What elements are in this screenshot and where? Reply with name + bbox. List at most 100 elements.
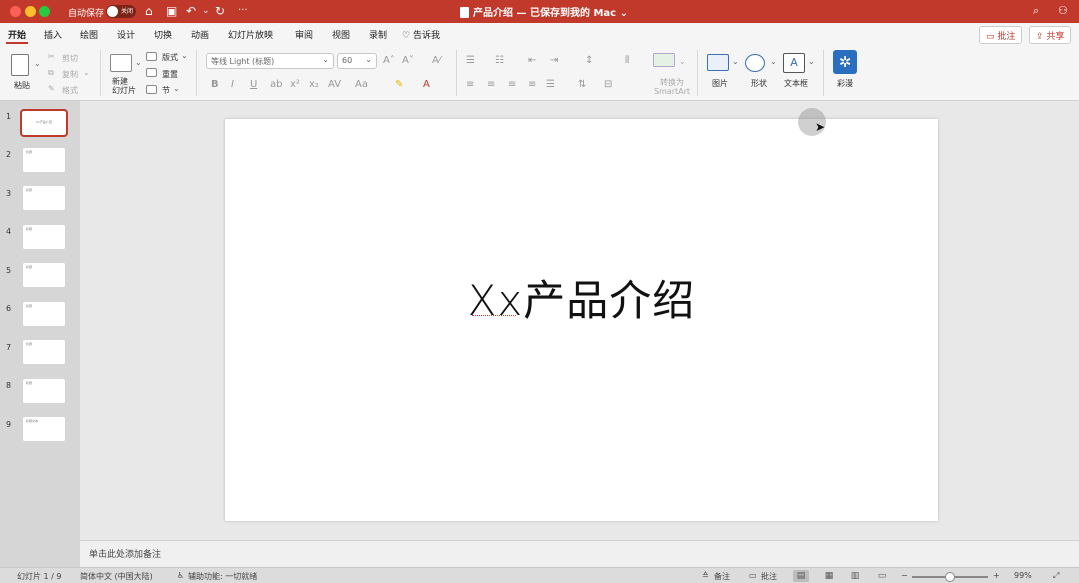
tab-draw[interactable]: 绘图 — [80, 28, 98, 41]
zoom-out-button[interactable]: − — [901, 571, 908, 580]
tab-home[interactable]: 开始 — [8, 28, 26, 41]
zoom-in-button[interactable]: + — [993, 571, 1000, 580]
textbox-icon[interactable]: A — [783, 53, 805, 73]
normal-view-button[interactable]: ▤ — [793, 570, 809, 582]
language-status[interactable]: 简体中文 (中国大陆) — [80, 571, 153, 582]
bullets-icon[interactable]: ☰ — [466, 55, 475, 66]
align-left-icon[interactable]: ≡ — [466, 79, 474, 90]
slide-thumbnail[interactable]: 标题 — [23, 379, 65, 403]
numbering-icon[interactable]: ☷ — [495, 55, 504, 66]
slideshow-button[interactable]: ▭ — [874, 570, 890, 582]
align-text-icon[interactable]: ⊟ — [604, 79, 612, 90]
new-slide-dropdown-icon[interactable]: ⌄ — [135, 58, 142, 67]
section-button[interactable]: 节 — [162, 85, 170, 96]
slide-thumbnail[interactable]: 标题 — [23, 225, 65, 249]
font-color-icon[interactable]: A — [423, 79, 430, 90]
more-icon[interactable]: ··· — [238, 3, 248, 19]
slide-thumbnail[interactable]: 标题文本 — [23, 417, 65, 441]
notes-toggle[interactable]: 备注 — [714, 571, 730, 582]
align-right-icon[interactable]: ≡ — [508, 79, 516, 90]
tab-slideshow[interactable]: 幻灯片放映 — [228, 28, 273, 41]
highlight-icon[interactable]: ✎ — [395, 79, 403, 90]
bold-icon[interactable]: B — [211, 79, 219, 90]
slide-thumbnail[interactable]: 标题 — [23, 302, 65, 326]
layout-button[interactable]: 版式 — [162, 52, 178, 63]
change-case-icon[interactable]: Aa — [355, 79, 368, 90]
convert-smartart-label[interactable]: 转换为 SmartArt — [652, 78, 692, 96]
redo-icon[interactable]: ↻ — [215, 3, 225, 19]
new-slide-label[interactable]: 新建 幻灯片 — [112, 77, 136, 95]
tab-record[interactable]: 录制 — [369, 28, 387, 41]
font-name-select[interactable]: 等线 Light (标题) ⌄ — [206, 53, 334, 69]
paste-label[interactable]: 粘贴 — [14, 80, 30, 91]
minimize-window-button[interactable] — [25, 6, 36, 17]
comments-toggle[interactable]: 批注 — [761, 571, 777, 582]
strikethrough-icon[interactable]: ab — [270, 79, 282, 90]
increase-font-size-icon[interactable]: A˄ — [383, 55, 395, 66]
textbox-dropdown-icon[interactable]: ⌄ — [808, 57, 815, 66]
undo-dropdown-icon[interactable]: ⌄ — [202, 3, 210, 19]
picture-label[interactable]: 图片 — [712, 78, 728, 89]
slide-title[interactable]: Xx产品介绍 — [225, 267, 938, 328]
zoom-slider-handle[interactable] — [945, 572, 955, 582]
maximize-window-button[interactable] — [39, 6, 50, 17]
font-size-select[interactable]: 60 ⌄ — [337, 53, 377, 69]
current-slide[interactable]: Xx产品介绍 — [225, 119, 938, 521]
underline-icon[interactable]: U — [250, 79, 257, 90]
save-icon[interactable]: ▣ — [166, 3, 177, 19]
clear-formatting-icon[interactable]: A⁄ — [432, 55, 441, 66]
document-title[interactable]: 产品介绍 — 已保存到我的 Mac ⌄ — [460, 4, 628, 19]
zoom-level[interactable]: 99% — [1014, 571, 1032, 580]
italic-icon[interactable]: I — [231, 79, 234, 90]
share-button[interactable]: ⇪ 共享 — [1029, 26, 1072, 44]
reading-view-button[interactable]: ▥ — [847, 570, 863, 582]
slide-thumbnail[interactable]: 标题 — [23, 263, 65, 287]
notes-pane[interactable]: 单击此处添加备注 — [80, 540, 1079, 567]
search-icon[interactable]: ⌕ — [1033, 3, 1039, 19]
designer-label[interactable]: 彩漫 — [837, 78, 853, 89]
tab-review[interactable]: 审阅 — [295, 28, 313, 41]
new-slide-icon[interactable] — [110, 54, 132, 72]
shapes-dropdown-icon[interactable]: ⌄ — [770, 57, 777, 66]
shapes-label[interactable]: 形状 — [751, 78, 767, 89]
paste-icon[interactable] — [11, 54, 29, 76]
close-window-button[interactable] — [10, 6, 21, 17]
copy-dropdown-icon[interactable]: ⌄ — [83, 68, 90, 77]
subscript-icon[interactable]: x₂ — [309, 79, 319, 90]
tab-animations[interactable]: 动画 — [191, 28, 209, 41]
smartart-icon[interactable] — [653, 53, 675, 67]
fit-to-window-icon[interactable]: ⤢ — [1053, 571, 1059, 581]
columns-icon[interactable]: ⫴ — [625, 55, 629, 66]
slide-sorter-button[interactable]: ▦ — [821, 570, 837, 582]
text-direction-icon[interactable]: ⇅ — [578, 79, 586, 90]
tell-me-search[interactable]: ♡ 告诉我 — [402, 28, 440, 41]
accessibility-status[interactable]: 辅助功能: 一切就绪 — [188, 571, 257, 582]
shapes-icon[interactable] — [745, 54, 765, 72]
format-painter-button[interactable]: 格式 — [62, 85, 78, 96]
slide-thumbnail[interactable]: 标题 — [23, 186, 65, 210]
layout-dropdown-icon[interactable]: ⌄ — [181, 51, 188, 60]
slide-thumbnail[interactable]: 标题 — [23, 148, 65, 172]
tab-transitions[interactable]: 切换 — [154, 28, 172, 41]
decrease-font-size-icon[interactable]: A˅ — [402, 55, 414, 66]
slide-thumbnails-pane[interactable]: 1 Xx产品介绍 2 标题 3 标题 4 标题 5 标题 6 标题 7 标题 8… — [0, 101, 80, 567]
paste-dropdown-icon[interactable]: ⌄ — [34, 59, 41, 68]
picture-dropdown-icon[interactable]: ⌄ — [732, 57, 739, 66]
justify-icon[interactable]: ≡ — [528, 79, 536, 90]
cut-button[interactable]: 剪切 — [62, 53, 78, 64]
increase-indent-icon[interactable]: ⇥ — [550, 55, 558, 66]
picture-icon[interactable] — [707, 54, 729, 71]
smartart-dropdown-icon[interactable]: ⌄ — [679, 57, 686, 66]
slide-thumbnail[interactable]: Xx产品介绍 — [20, 109, 68, 137]
slide-thumbnail[interactable]: 标题 — [23, 340, 65, 364]
distributed-icon[interactable]: ☰ — [546, 79, 555, 90]
superscript-icon[interactable]: x² — [290, 79, 300, 90]
autosave-toggle[interactable]: 关闭 — [106, 5, 136, 18]
designer-icon[interactable]: ✲ — [833, 50, 857, 74]
line-spacing-icon[interactable]: ↕ — [585, 55, 593, 66]
character-spacing-icon[interactable]: AV — [328, 79, 341, 90]
account-icon[interactable]: ⚇ — [1058, 3, 1068, 19]
reset-button[interactable]: 重置 — [162, 69, 178, 80]
decrease-indent-icon[interactable]: ⇤ — [528, 55, 536, 66]
copy-button[interactable]: 复制 — [62, 69, 78, 80]
